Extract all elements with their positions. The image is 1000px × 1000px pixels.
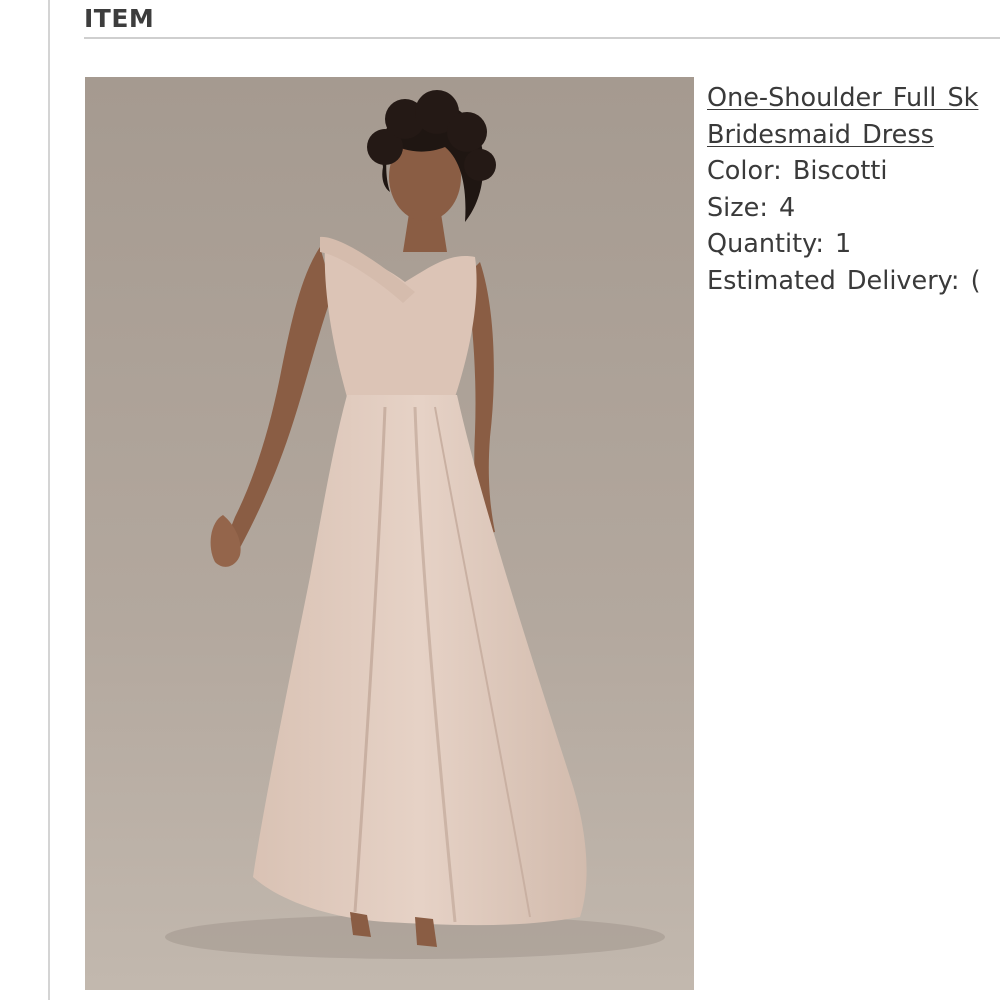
order-item-page: ITEM One-Shoulder Full Sk Bridesmaid Dre… [0, 0, 1000, 1000]
delivery-row: Estimated Delivery: ( [707, 263, 1000, 300]
size-label: Size: [707, 192, 768, 223]
product-name-line-2[interactable]: Bridesmaid Dress [707, 117, 1000, 154]
product-photo-illustration [85, 77, 694, 990]
product-image[interactable] [85, 77, 694, 990]
left-border-divider [48, 0, 50, 1000]
quantity-value: 1 [835, 229, 852, 260]
section-title-divider [84, 37, 1000, 39]
size-row: Size: 4 [707, 190, 1000, 227]
quantity-row: Quantity: 1 [707, 226, 1000, 263]
item-details: One-Shoulder Full Sk Bridesmaid Dress Co… [707, 80, 1000, 300]
delivery-value: ( [970, 265, 981, 296]
product-name-link[interactable]: One-Shoulder Full Sk [707, 83, 978, 113]
size-value: 4 [779, 192, 796, 223]
quantity-label: Quantity: [707, 229, 824, 260]
color-value: Biscotti [792, 156, 888, 187]
product-name-link-continued[interactable]: Bridesmaid Dress [707, 120, 934, 150]
section-title: ITEM [84, 4, 155, 33]
color-row: Color: Biscotti [707, 153, 1000, 190]
product-name-line-1[interactable]: One-Shoulder Full Sk [707, 80, 1000, 117]
delivery-label: Estimated Delivery: [707, 265, 960, 296]
color-label: Color: [707, 156, 782, 187]
